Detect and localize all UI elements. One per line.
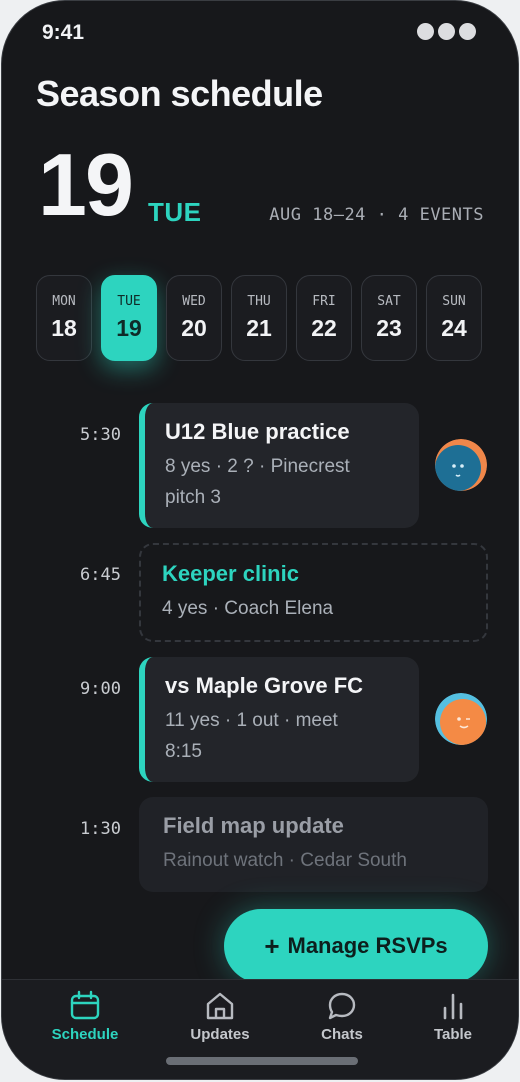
day-tue[interactable]: TUE 19 (101, 275, 157, 361)
event-detail: 8 yes · 2 ? · Pinecrest (165, 456, 350, 477)
event-card-keeper-clinic[interactable]: Keeper clinic 4 yes · Coach Elena (139, 543, 488, 642)
day-label: TUE (117, 294, 141, 309)
plus-icon: + (264, 930, 280, 961)
day-number: 19 (116, 315, 142, 341)
day-wed[interactable]: WED 20 (166, 275, 222, 361)
day-thu[interactable]: THU 21 (231, 275, 287, 361)
page-title: Season schedule (36, 73, 323, 114)
home-indicator[interactable] (166, 1057, 358, 1065)
event-time: 5:30 (80, 425, 121, 445)
tab-label: Schedule (51, 1026, 119, 1043)
day-label: SAT (377, 294, 401, 309)
event-detail: 4 yes · Coach Elena (162, 598, 334, 619)
event-detail: pitch 3 (165, 487, 221, 508)
tab-table[interactable]: Table (403, 990, 503, 1043)
calendar-icon (70, 990, 100, 1020)
day-label: THU (247, 294, 271, 309)
tab-schedule[interactable]: Schedule (35, 990, 135, 1043)
selected-day-number: 19 (38, 135, 134, 234)
event-time: 6:45 (80, 565, 121, 585)
day-label: SUN (442, 294, 466, 309)
tab-label: Table (433, 1026, 473, 1043)
event-time: 1:30 (80, 819, 121, 839)
day-number: 24 (441, 315, 467, 341)
day-label: WED (182, 294, 206, 309)
status-time: 9:41 (42, 21, 85, 44)
chat-bubble-icon (328, 992, 356, 1020)
tab-chats[interactable]: Chats (292, 990, 392, 1043)
status-indicator-icon (417, 23, 476, 40)
day-number: 20 (181, 315, 207, 341)
day-number: 22 (311, 315, 337, 341)
event-time: 9:00 (80, 679, 121, 699)
event-title: vs Maple Grove FC (165, 673, 364, 698)
week-day-picker: MON 18 TUE 19 WED 20 THU 21 FRI 22 SAT 2… (36, 275, 482, 361)
week-summary: AUG 18–24 · 4 EVENTS (269, 205, 484, 225)
event-title: U12 Blue practice (165, 419, 350, 444)
event-detail: Rainout watch · Cedar South (163, 850, 407, 871)
event-card-u12-practice[interactable]: U12 Blue practice 8 yes · 2 ? · Pinecres… (139, 403, 419, 528)
teal-face-avatar-icon[interactable] (435, 439, 487, 491)
event-detail: 11 yes · 1 out · meet (165, 710, 338, 731)
day-mon[interactable]: MON 18 (36, 275, 92, 361)
day-label: FRI (312, 294, 336, 309)
manage-rsvps-label: Manage RSVPs (287, 933, 448, 958)
day-sat[interactable]: SAT 23 (361, 275, 417, 361)
tab-updates[interactable]: Updates (170, 990, 270, 1043)
orange-face-avatar-icon[interactable] (435, 693, 487, 745)
selected-day-of-week: TUE (148, 197, 202, 227)
day-number: 18 (51, 315, 77, 341)
day-fri[interactable]: FRI 22 (296, 275, 352, 361)
day-number: 23 (376, 315, 402, 341)
tab-label: Chats (321, 1026, 363, 1043)
day-number: 21 (246, 315, 272, 341)
event-card-field-map-update[interactable]: Field map update Rainout watch · Cedar S… (139, 797, 488, 892)
home-icon (206, 992, 234, 1020)
event-title: Keeper clinic (162, 561, 299, 586)
tab-label: Updates (190, 1026, 250, 1043)
phone-screen: 9:41 Season schedule 19 TUE AUG 18–24 · … (1, 0, 519, 1080)
day-label: MON (52, 294, 76, 309)
day-sun[interactable]: SUN 24 (426, 275, 482, 361)
manage-rsvps-button[interactable]: + Manage RSVPs (224, 909, 488, 983)
event-title: Field map update (163, 813, 344, 838)
bar-chart-icon (443, 993, 463, 1020)
event-card-maple-grove[interactable]: vs Maple Grove FC 11 yes · 1 out · meet … (139, 657, 419, 782)
event-detail: 8:15 (165, 741, 202, 762)
